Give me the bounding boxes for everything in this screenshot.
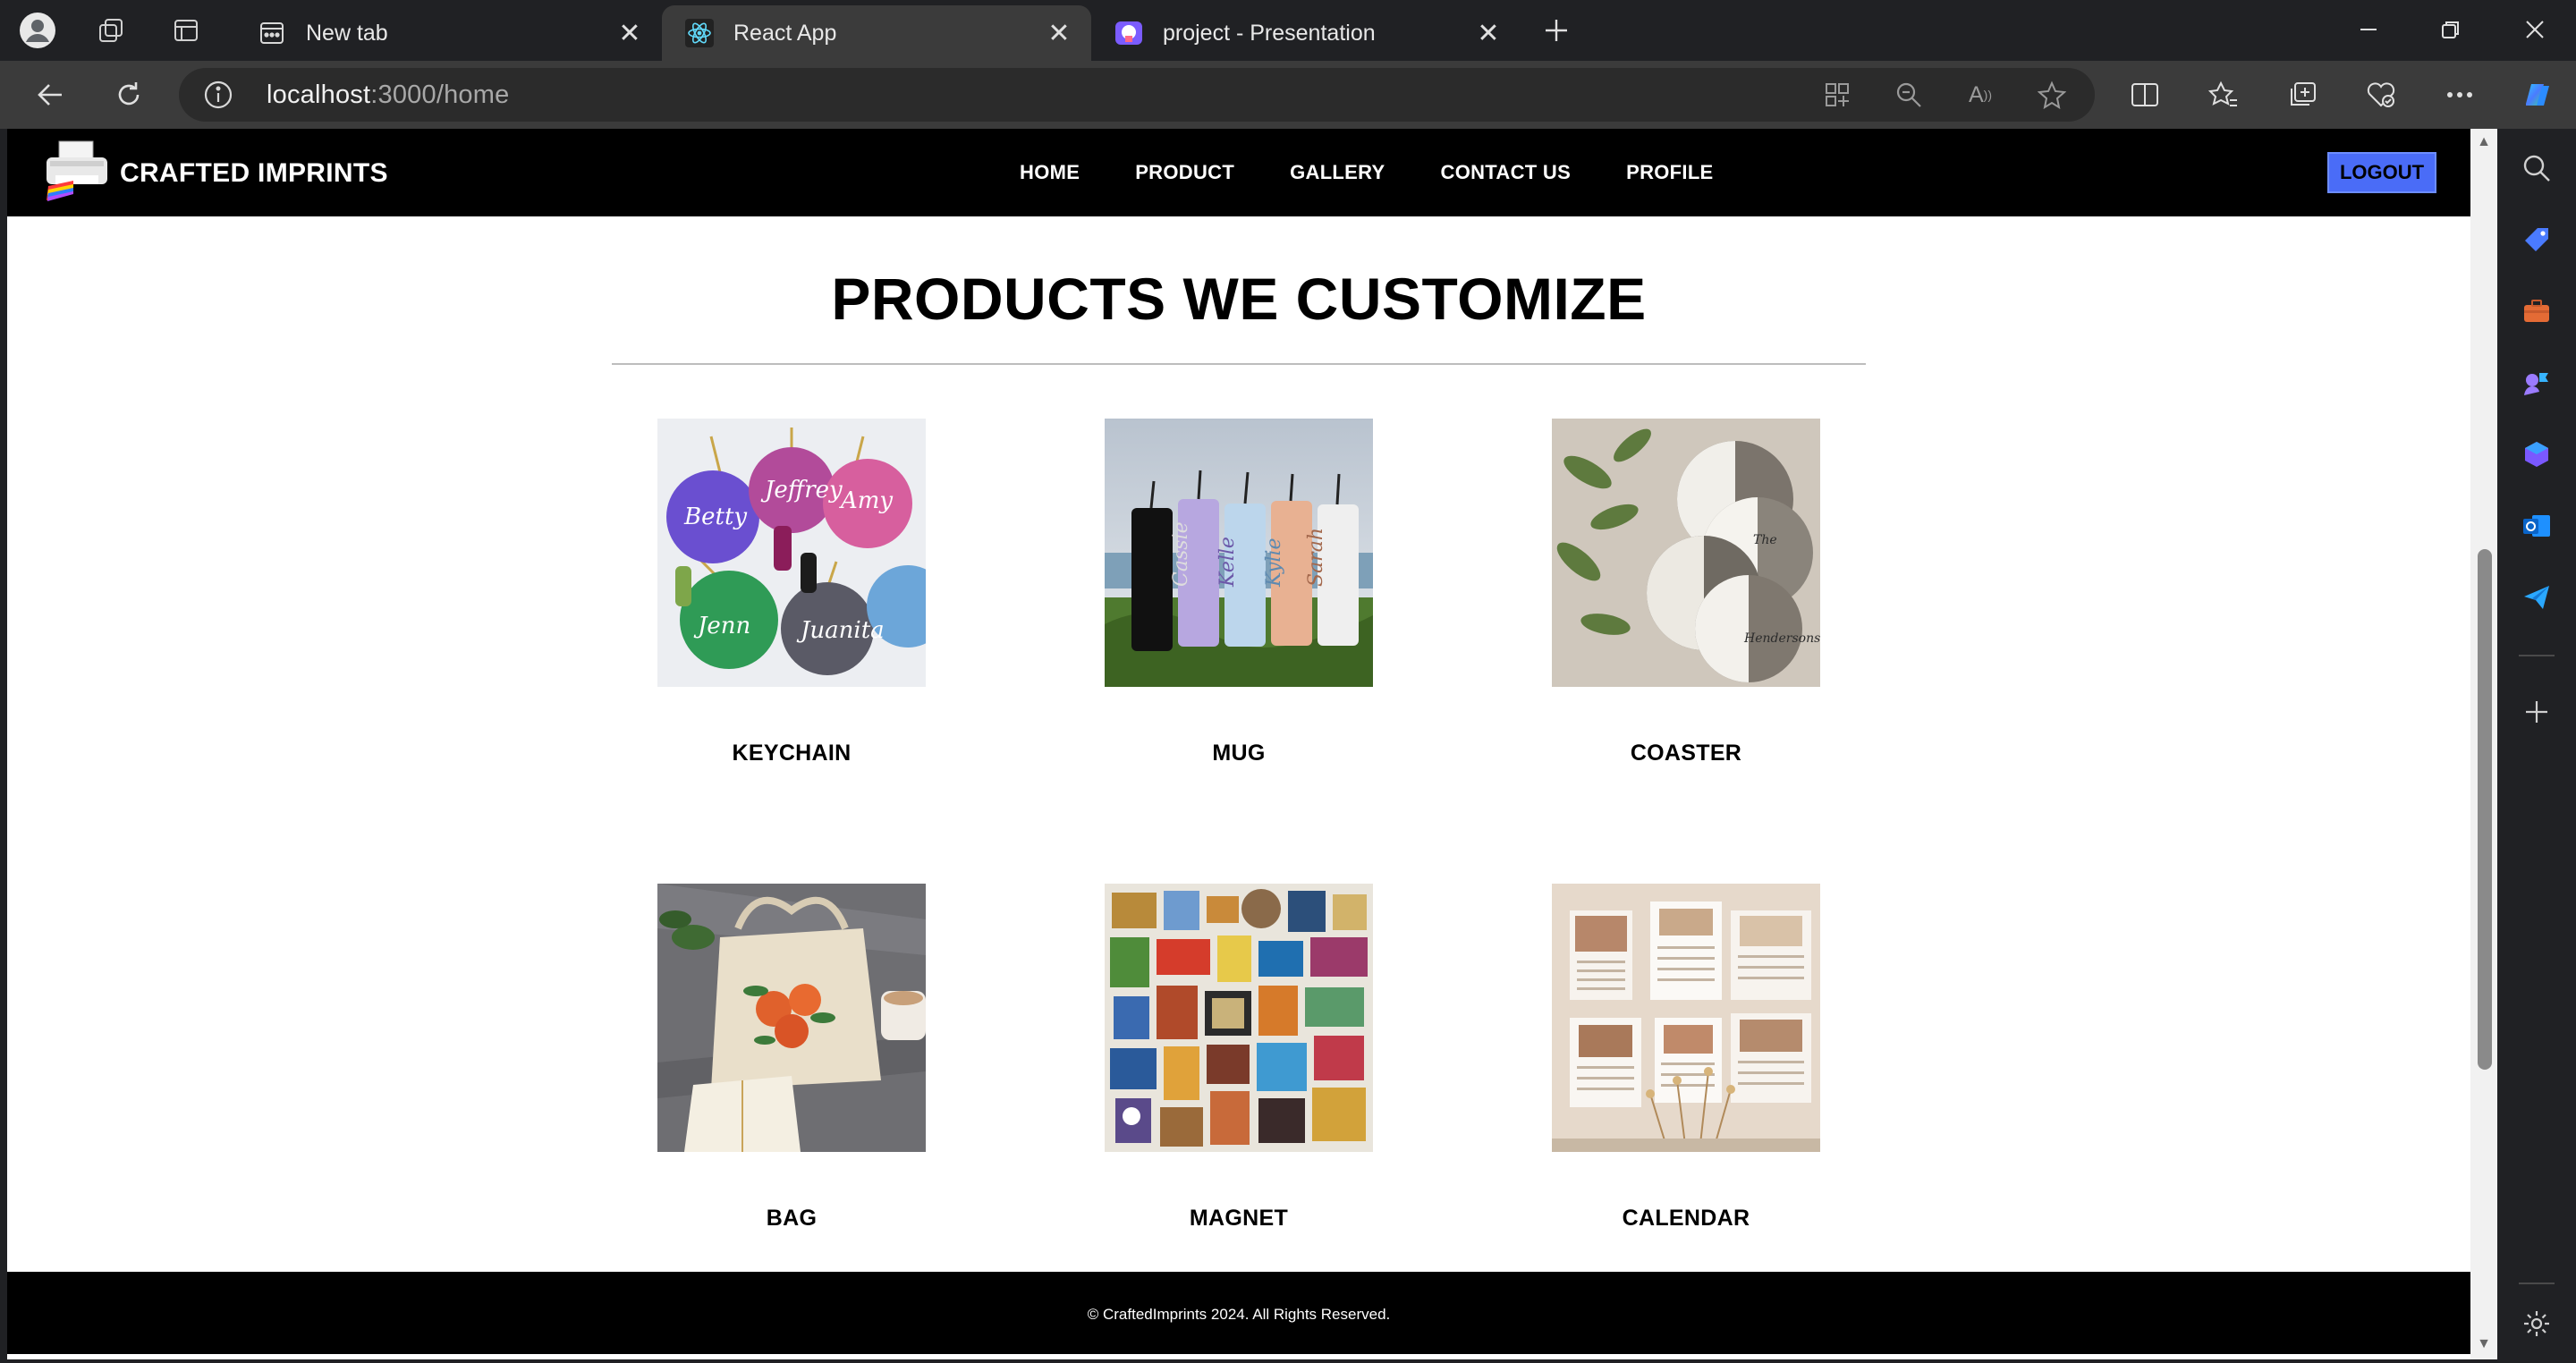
tab-react-app[interactable]: React App ✕ (662, 5, 1091, 61)
scroll-down-arrow-icon[interactable]: ▼ (2476, 1336, 2492, 1352)
refresh-icon[interactable] (106, 73, 152, 116)
title-divider (612, 363, 1866, 365)
tab-title: New tab (306, 20, 388, 46)
browser-tab-bar: New tab ✕ React App ✕ project - Presenta… (0, 0, 2576, 61)
tab-actions-icon[interactable] (168, 13, 204, 48)
search-icon[interactable] (2519, 150, 2555, 186)
app-available-icon[interactable] (1819, 79, 1855, 111)
nav-contact-us[interactable]: CONTACT US (1441, 161, 1572, 184)
svg-text:Cassie: Cassie (1170, 521, 1192, 587)
react-logo-icon (685, 19, 714, 47)
browser-toolbar: localhost:3000/home A)) (0, 61, 2576, 129)
svg-text:Hendersons: Hendersons (1743, 631, 1820, 646)
site-footer: © CraftedImprints 2024. All Rights Reser… (7, 1272, 2470, 1354)
svg-text:The: The (1753, 533, 1777, 547)
product-name: KEYCHAIN (732, 741, 852, 766)
main-menu: HOME PRODUCT GALLERY CONTACT US PROFILE (1020, 161, 1769, 184)
site-navbar: CRAFTED IMPRINTS HOME PRODUCT GALLERY CO… (7, 129, 2470, 216)
product-name: BAG (766, 1206, 818, 1231)
brand-name: CRAFTED IMPRINTS (120, 158, 388, 188)
tab-project-presentation[interactable]: project - Presentation ✕ (1091, 5, 1521, 61)
favorites-icon[interactable] (2206, 77, 2241, 113)
svg-text:Sarah: Sarah (1305, 528, 1327, 587)
coasters-photo[interactable]: The Hendersons (1552, 419, 1820, 687)
more-options-icon[interactable] (2442, 77, 2478, 113)
nav-profile[interactable]: PROFILE (1626, 161, 1713, 184)
restore-icon[interactable] (2424, 9, 2478, 50)
sidebar-divider (2519, 1283, 2555, 1284)
product-card-calendar[interactable]: CALENDAR (1552, 884, 1820, 1232)
zoom-out-icon[interactable] (1891, 79, 1927, 111)
presentation-app-icon (1114, 19, 1143, 47)
tools-briefcase-icon[interactable] (2519, 293, 2555, 329)
outlook-icon[interactable] (2519, 508, 2555, 544)
product-card-bag[interactable]: BAG (657, 884, 926, 1232)
new-tab-plus-icon[interactable] (1538, 13, 1574, 48)
product-card-magnet[interactable]: MAGNET (1105, 884, 1373, 1232)
calendar-photo[interactable] (1552, 884, 1820, 1152)
edge-sidebar (2497, 129, 2576, 1363)
svg-text:Juanita: Juanita (796, 617, 885, 644)
workspaces-icon[interactable] (93, 13, 129, 48)
svg-text:Amy: Amy (839, 487, 893, 514)
svg-text:Jenn: Jenn (693, 613, 750, 639)
games-icon[interactable] (2519, 365, 2555, 401)
scrollbar-thumb[interactable] (2478, 549, 2492, 1070)
minimize-icon[interactable] (2342, 9, 2395, 50)
product-card-coaster[interactable]: The Hendersons COASTER (1552, 419, 1820, 766)
keychain-photo[interactable]: Betty Jeffrey Amy Jenn Juanita (657, 419, 926, 687)
address-bar[interactable]: localhost:3000/home A)) (179, 68, 2095, 122)
copyright-text: © CraftedImprints 2024. All Rights Reser… (1087, 1306, 1391, 1323)
svg-text:Kelle: Kelle (1216, 537, 1239, 588)
tab-title: project - Presentation (1163, 20, 1376, 46)
product-name: CALENDAR (1622, 1206, 1750, 1231)
page-viewport: CRAFTED IMPRINTS HOME PRODUCT GALLERY CO… (7, 129, 2470, 1359)
svg-text:Kylie: Kylie (1263, 538, 1285, 588)
collections-icon[interactable] (2284, 77, 2320, 113)
fridge-magnets-photo[interactable] (1105, 884, 1373, 1152)
split-screen-icon[interactable] (2127, 77, 2163, 113)
tote-bag-photo[interactable] (657, 884, 926, 1152)
close-tab-icon[interactable]: ✕ (614, 17, 646, 49)
profile-avatar-icon[interactable] (20, 13, 55, 48)
page-scrollbar[interactable]: ▲ ▼ (2470, 129, 2497, 1359)
nav-gallery[interactable]: GALLERY (1290, 161, 1385, 184)
svg-text:Jeffrey: Jeffrey (760, 477, 843, 504)
product-name: MAGNET (1189, 1206, 1289, 1231)
tab-title: React App (733, 20, 837, 46)
tumblers-photo[interactable]: Cassie Kelle Kylie Sarah (1105, 419, 1373, 687)
close-tab-icon[interactable]: ✕ (1472, 17, 1504, 49)
scroll-up-arrow-icon[interactable]: ▲ (2476, 134, 2492, 150)
close-window-icon[interactable] (2508, 9, 2562, 50)
svg-text:Betty: Betty (683, 504, 747, 530)
site-info-icon[interactable] (202, 79, 234, 111)
brand[interactable]: CRAFTED IMPRINTS (43, 138, 388, 209)
back-arrow-icon[interactable] (27, 73, 73, 116)
product-name: COASTER (1630, 741, 1742, 766)
read-aloud-icon[interactable]: A)) (1962, 79, 1998, 111)
sidebar-divider (2519, 655, 2555, 656)
tab-new-tab[interactable]: New tab ✕ (234, 5, 662, 61)
browser-essentials-icon[interactable] (2363, 77, 2399, 113)
url-text: localhost:3000/home (267, 80, 510, 109)
product-card-keychain[interactable]: Betty Jeffrey Amy Jenn Juanita KEYCHAIN (657, 419, 926, 766)
favorite-star-icon[interactable] (2034, 79, 2070, 111)
send-icon[interactable] (2519, 580, 2555, 615)
page-title: PRODUCTS WE CUSTOMIZE (831, 266, 1647, 332)
new-tab-icon (258, 19, 286, 47)
printer-logo-icon (43, 140, 111, 208)
nav-product[interactable]: PRODUCT (1135, 161, 1234, 184)
product-card-mug[interactable]: Cassie Kelle Kylie Sarah MUG (1105, 419, 1373, 766)
microsoft-365-icon[interactable] (2519, 436, 2555, 472)
logout-button[interactable]: LOGOUT (2327, 152, 2436, 193)
product-name: MUG (1212, 741, 1266, 766)
add-plus-icon[interactable] (2519, 694, 2555, 730)
copilot-icon[interactable] (2519, 77, 2555, 113)
close-tab-icon[interactable]: ✕ (1043, 17, 1075, 49)
settings-gear-icon[interactable] (2519, 1306, 2555, 1342)
nav-home[interactable]: HOME (1020, 161, 1080, 184)
shopping-tag-icon[interactable] (2519, 222, 2555, 258)
